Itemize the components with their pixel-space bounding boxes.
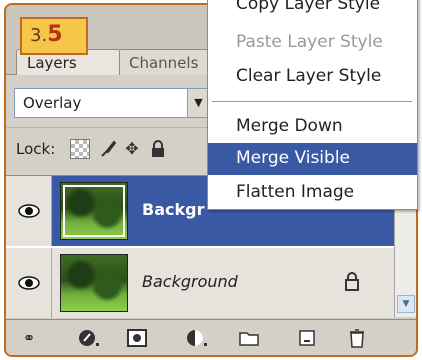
blend-mode-value: Overlay <box>23 94 82 112</box>
step-badge-number: 5 <box>47 22 63 47</box>
new-layer-icon[interactable] <box>296 328 318 348</box>
lock-icon <box>345 272 359 291</box>
eye-icon <box>18 276 40 290</box>
visibility-toggle[interactable] <box>6 176 52 246</box>
lock-label: Lock: <box>16 140 56 158</box>
new-group-icon[interactable] <box>238 328 260 348</box>
lock-position-icon[interactable]: ✥ <box>122 139 142 159</box>
trash-icon[interactable] <box>346 328 368 348</box>
menu-item-clear-layer-style[interactable]: Clear Layer Style <box>208 61 417 93</box>
menu-item-paste-layer-style: Paste Layer Style <box>236 32 383 52</box>
link-icon[interactable]: ⚭ <box>18 328 40 348</box>
visibility-toggle[interactable] <box>6 248 52 318</box>
menu-item-merge-down[interactable]: Merge Down <box>208 111 417 143</box>
lock-image-pixels-icon[interactable] <box>98 139 118 159</box>
layer-mask-icon[interactable] <box>126 328 148 348</box>
menu-separator <box>212 101 412 102</box>
menu-item-copy-layer-style[interactable]: Copy Layer Style <box>208 0 417 21</box>
layer-name[interactable]: Background <box>142 272 238 291</box>
blend-mode-select[interactable]: Overlay ▼ <box>14 88 210 118</box>
layers-bottom-toolbar: ⚭ <box>6 319 416 355</box>
chevron-down-icon[interactable]: ▼ <box>187 89 209 117</box>
layer-thumbnail <box>60 182 128 240</box>
eye-icon <box>18 204 40 218</box>
step-badge: 3.5 <box>20 17 88 55</box>
layer-thumbnail <box>60 254 128 312</box>
lock-all-icon[interactable] <box>148 139 168 159</box>
layer-style-icon[interactable] <box>78 328 100 348</box>
layer-name[interactable]: Backgr <box>142 200 204 219</box>
menu-item-merge-visible[interactable]: Merge Visible <box>208 143 417 175</box>
scroll-down-icon[interactable]: ▼ <box>397 295 415 313</box>
layers-context-menu: Copy Layer Style Paste Layer Style Clear… <box>207 0 418 210</box>
layer-row[interactable]: Background <box>6 248 394 318</box>
adjustment-layer-icon[interactable] <box>186 328 208 348</box>
lock-transparent-pixels-icon[interactable] <box>70 139 90 159</box>
menu-item-flatten-image[interactable]: Flatten Image <box>208 177 417 209</box>
step-badge-prefix: 3. <box>30 25 48 46</box>
tab-channels[interactable]: Channels <box>118 49 214 75</box>
